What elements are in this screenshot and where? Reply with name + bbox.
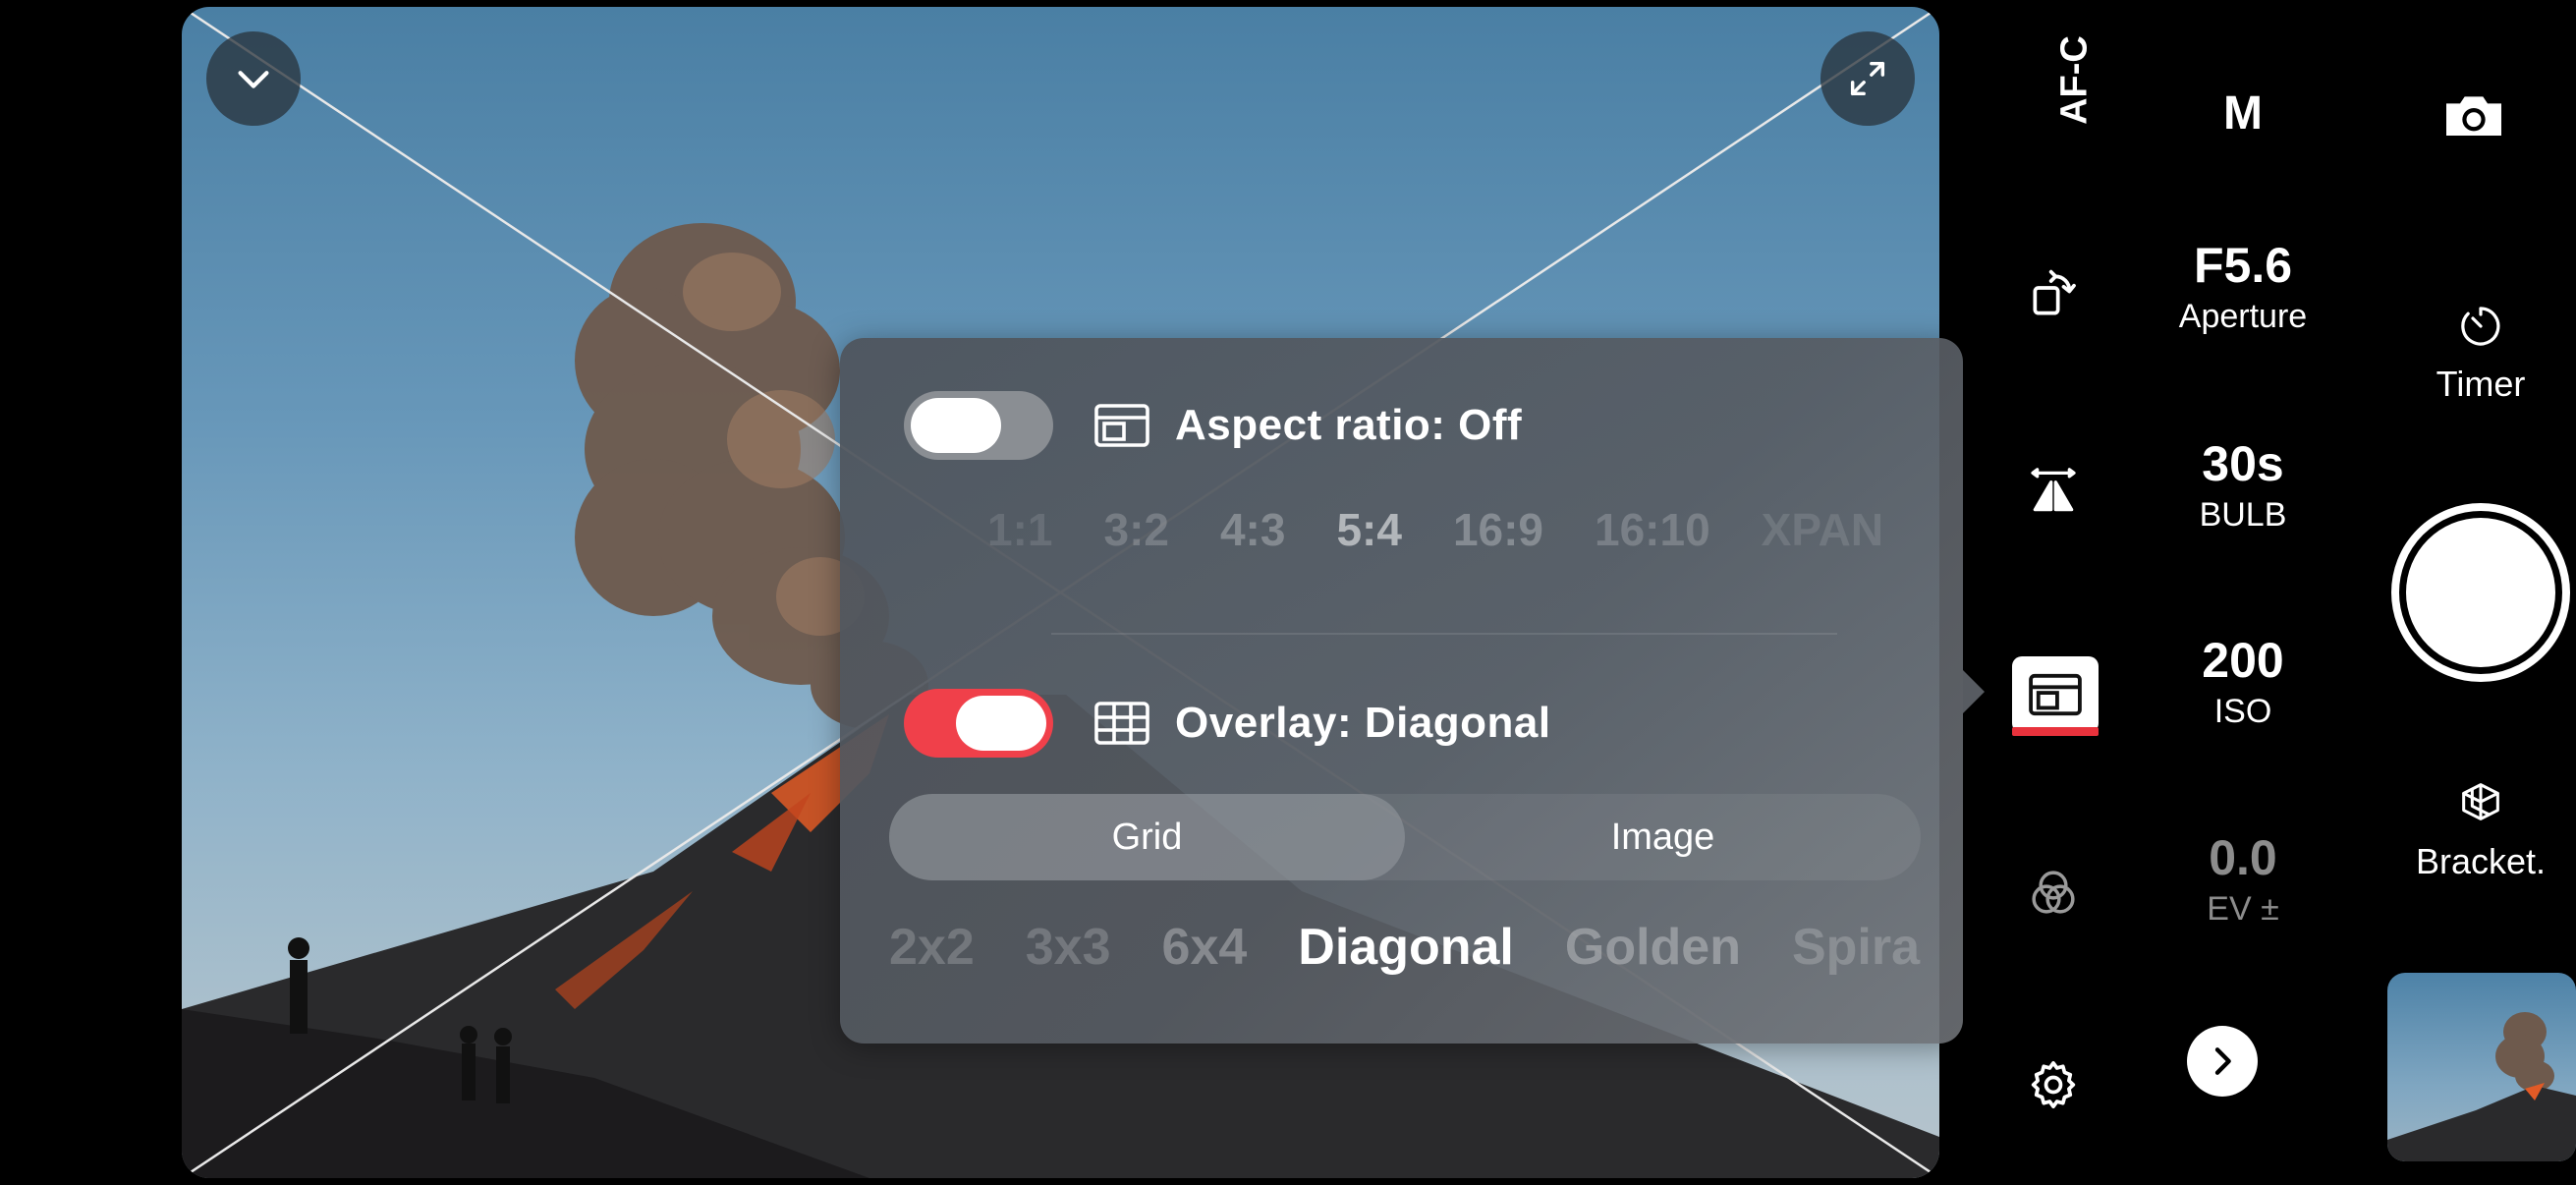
more-controls-button[interactable] [2187,1026,2258,1097]
aperture-label: Aperture [2178,298,2308,335]
perspective-button[interactable] [2026,464,2081,519]
active-tool-indicator [2012,727,2099,736]
grid-icon [1094,702,1149,745]
aspect-frame-icon [1094,404,1149,447]
ratio-option[interactable]: 16:10 [1595,503,1710,556]
gear-icon [2031,1060,2076,1109]
shutter-label: BULB [2199,496,2287,534]
iso-value: 200 [2202,633,2284,688]
shutter-button[interactable] [2391,503,2570,682]
bracketing-button[interactable]: Bracket. [2397,776,2564,882]
overlay-option-selected[interactable]: Diagonal [1298,918,1514,977]
ratio-option-selected[interactable]: 5:4 [1336,503,1401,556]
focus-mode-button[interactable]: AF-C [2054,22,2097,140]
bracket-label: Bracket. [2415,841,2547,881]
overlay-tool-button[interactable] [2012,656,2099,733]
perspective-icon [2031,468,2076,512]
aspect-ratio-title: Aspect ratio: Off [1175,401,1523,449]
overlay-frame-icon [2029,673,2082,716]
overlay-toggle[interactable] [904,689,1053,758]
overlay-option[interactable]: 2x2 [889,918,975,977]
ev-value: 0.0 [2209,830,2277,885]
ratio-option[interactable]: 3:2 [1103,503,1168,556]
overlay-option[interactable]: Spiral [1792,918,1921,977]
color-circles-icon [2032,871,2075,914]
overlay-options[interactable]: 2x2 3x3 6x4 Diagonal Golden Spiral [889,908,1921,987]
rotate-button[interactable] [2026,267,2081,322]
camera-switch-button[interactable] [2439,86,2508,143]
overlay-option[interactable]: 6x4 [1162,918,1248,977]
settings-button[interactable] [2026,1057,2081,1112]
iso-control[interactable]: 200 ISO [2140,636,2346,731]
rotate-icon [2033,269,2076,315]
timer-button[interactable]: Timer [2397,303,2564,405]
panel-divider [1051,633,1837,635]
bracket-icon [2462,783,2499,820]
collapse-button[interactable] [206,31,301,126]
exposure-mode-button[interactable]: M [2179,86,2307,141]
timer-label: Timer [2436,364,2526,404]
shutter-value: 30s [2202,436,2284,491]
filters-button[interactable] [2026,865,2081,920]
aspect-ratio-row: Aspect ratio: Off [904,391,1522,460]
chevron-right-icon [2214,1047,2231,1075]
last-photo-thumbnail[interactable] [2387,973,2576,1161]
overlay-type-segmented-control[interactable]: Grid Image [889,794,1921,880]
overlay-option[interactable]: 3x3 [1026,918,1111,977]
aperture-control[interactable]: F5.6 Aperture [2140,241,2346,336]
overlay-row: Overlay: Diagonal [904,689,1551,758]
tab-image[interactable]: Image [1405,794,1921,880]
expand-arrows-icon [1850,61,1885,96]
exposure-compensation-control[interactable]: 0.0 EV ± [2140,833,2346,929]
aspect-ratio-options[interactable]: 1:1 3:2 4:3 5:4 16:9 16:10 XPAN [987,495,1931,564]
ratio-option[interactable]: 16:9 [1453,503,1543,556]
ratio-option[interactable]: 1:1 [987,503,1052,556]
panel-pointer [1963,670,1985,713]
tab-grid[interactable]: Grid [889,794,1405,880]
shutter-speed-control[interactable]: 30s BULB [2140,439,2346,535]
thumbnail-image [2387,1012,2576,1161]
ratio-option[interactable]: 4:3 [1220,503,1285,556]
expand-button[interactable] [1820,31,1915,126]
overlay-title: Overlay: Diagonal [1175,699,1551,747]
ratio-option[interactable]: XPAN [1762,503,1883,556]
chevron-down-icon [238,71,269,88]
aspect-overlay-panel: Aspect ratio: Off 1:1 3:2 4:3 5:4 16:9 1… [840,338,1963,1044]
iso-label: ISO [2213,693,2272,730]
timer-icon [2461,307,2500,346]
aspect-ratio-toggle[interactable] [904,391,1053,460]
ev-label: EV ± [2207,890,2279,928]
aperture-value: F5.6 [2193,238,2293,293]
camera-icon [2446,96,2501,136]
overlay-option[interactable]: Golden [1565,918,1741,977]
